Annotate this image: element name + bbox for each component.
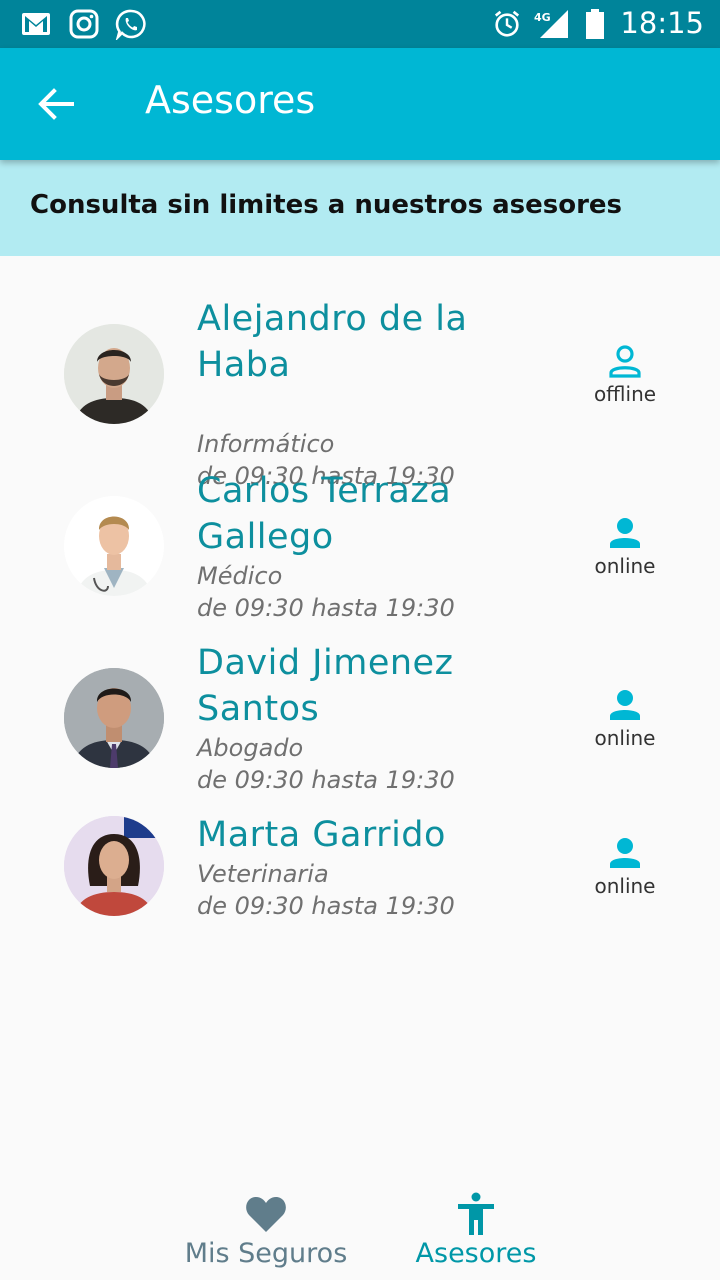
advisor-name-line1: Alejandro de la — [197, 299, 468, 339]
person-outline-icon — [609, 345, 641, 378]
person-photo — [64, 496, 164, 596]
list-item[interactable]: Carlos Terraza Gallego Médico de 09:30 h… — [0, 468, 720, 640]
nav-item-mis-seguros[interactable]: Mis Seguros — [175, 1180, 357, 1269]
svg-text:4G: 4G — [534, 11, 551, 24]
status-indicator: online — [585, 514, 665, 578]
nav-label: Asesores — [415, 1238, 537, 1269]
list-item[interactable]: David Jimenez Santos Abogado de 09:30 ha… — [0, 640, 720, 812]
advisor-hours: de 09:30 hasta 19:30 — [197, 594, 455, 622]
advisor-profession: Informático — [197, 430, 335, 458]
person-filled-icon — [610, 838, 640, 868]
person-photo — [64, 816, 164, 916]
avatar — [64, 668, 164, 768]
person-photo — [64, 668, 164, 768]
alarm-icon — [494, 10, 520, 37]
status-indicator: offline — [585, 342, 665, 406]
advisor-name-line1: Carlos Terraza — [197, 471, 452, 511]
person-filled-icon — [610, 690, 640, 720]
advisor-name-line2: Gallego — [197, 517, 334, 557]
list-item[interactable]: Marta Garrido Veterinaria de 09:30 hasta… — [0, 812, 720, 942]
status-bar: 4G 18:15 — [0, 0, 720, 48]
status-label: online — [594, 554, 656, 578]
person-filled-icon — [610, 518, 640, 548]
advisor-hours: de 09:30 hasta 19:30 — [197, 892, 455, 920]
gmail-icon — [22, 13, 50, 35]
advisor-name-line1: David Jimenez — [197, 643, 454, 683]
signal-4g-icon: 4G — [534, 10, 568, 38]
advisor-name-line1: Marta Garrido — [197, 815, 446, 855]
advisor-profession: Médico — [197, 562, 283, 590]
app-bar: Asesores — [0, 48, 720, 160]
clock: 18:15 — [620, 6, 704, 40]
nav-label: Mis Seguros — [184, 1238, 348, 1269]
page-title: Asesores — [145, 78, 316, 122]
back-arrow-icon[interactable] — [30, 78, 82, 130]
status-label: online — [594, 726, 656, 750]
status-indicator: online — [585, 686, 665, 750]
bottom-navigation: Mis Seguros Asesores — [0, 1180, 720, 1280]
info-banner: Consulta sin limites a nuestros asesores — [0, 160, 720, 256]
whatsapp-icon — [115, 9, 146, 40]
advisor-profession: Veterinaria — [197, 860, 329, 888]
advisor-name-line2: Santos — [197, 689, 320, 729]
accessibility-icon — [458, 1192, 494, 1235]
info-banner-text: Consulta sin limites a nuestros asesores — [30, 190, 623, 220]
instagram-icon — [69, 9, 99, 39]
avatar — [64, 496, 164, 596]
status-label: online — [594, 874, 656, 898]
list-item[interactable]: Alejandro de la Haba Informático de 09:3… — [0, 296, 720, 490]
status-indicator: online — [585, 834, 665, 898]
nav-item-asesores[interactable]: Asesores — [405, 1180, 547, 1269]
person-photo — [64, 324, 164, 424]
advisor-hours: de 09:30 hasta 19:30 — [197, 766, 455, 794]
advisor-profession: Abogado — [197, 734, 304, 762]
avatar — [64, 324, 164, 424]
status-label: offline — [593, 382, 657, 406]
avatar — [64, 816, 164, 916]
advisor-name-line2: Haba — [197, 345, 291, 385]
heart-icon — [246, 1197, 286, 1232]
battery-icon — [586, 9, 604, 39]
